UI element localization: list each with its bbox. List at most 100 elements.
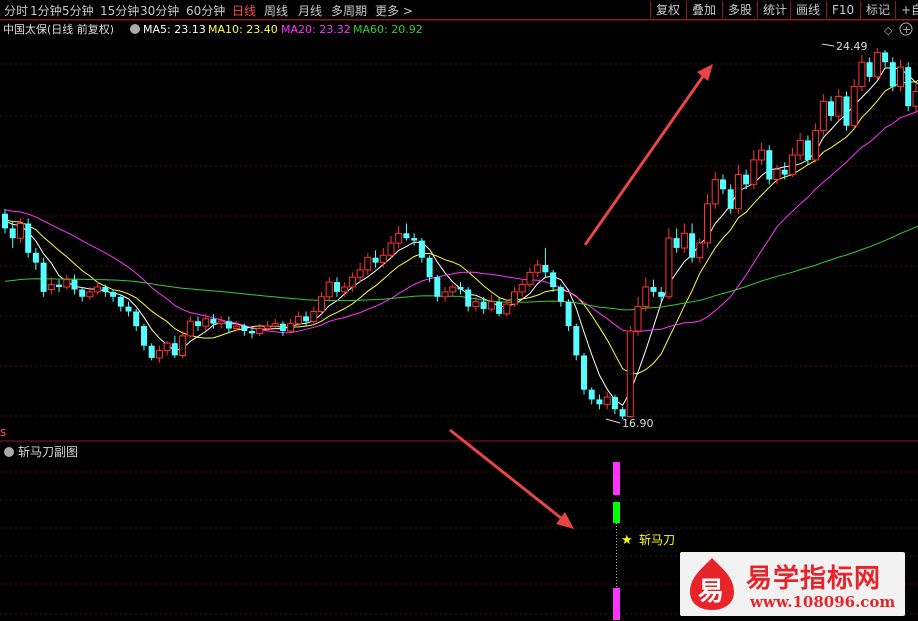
candle-up bbox=[680, 232, 688, 249]
candle-up bbox=[819, 100, 827, 132]
candle-down bbox=[565, 301, 572, 327]
candle-up bbox=[86, 291, 94, 298]
watermark-url: www.108096.com bbox=[750, 593, 896, 611]
candle-up bbox=[441, 291, 449, 298]
candle-up bbox=[897, 66, 904, 88]
candle-down bbox=[141, 326, 147, 346]
candle-down bbox=[25, 223, 32, 253]
candle-up bbox=[202, 318, 210, 327]
candle-up bbox=[264, 325, 271, 330]
candle-down bbox=[279, 323, 286, 331]
candle-down bbox=[79, 289, 86, 297]
candle-down bbox=[403, 233, 410, 239]
low-price-pointer bbox=[605, 418, 621, 424]
candle-down bbox=[550, 272, 557, 288]
candle-up bbox=[858, 61, 866, 88]
candle-up bbox=[341, 286, 349, 293]
candle-down bbox=[650, 287, 657, 292]
candle-down bbox=[720, 179, 726, 190]
signal-bar-top bbox=[613, 462, 620, 495]
candle-up bbox=[518, 284, 526, 293]
candle-down bbox=[588, 389, 595, 400]
sub-chart-settings-icon[interactable] bbox=[4, 447, 14, 457]
candle-down bbox=[557, 287, 564, 302]
low-price-label: 16.90 bbox=[622, 417, 654, 430]
candle-down bbox=[889, 62, 896, 87]
candle-down bbox=[56, 284, 62, 287]
candle-up bbox=[294, 315, 302, 325]
candle-up bbox=[16, 223, 24, 239]
candle-down bbox=[32, 252, 39, 263]
candle-up bbox=[526, 271, 534, 286]
sub-corner-label: s bbox=[0, 425, 6, 439]
add-icon-plus: + bbox=[902, 23, 911, 36]
ma60-value: MA60: 20.92 bbox=[353, 23, 423, 36]
candle-down bbox=[689, 233, 696, 258]
candle-up bbox=[256, 328, 264, 335]
candle-up bbox=[835, 95, 843, 117]
signal-bar-bottom bbox=[613, 588, 620, 620]
candle-down bbox=[480, 301, 487, 309]
candle-down bbox=[673, 238, 680, 248]
candle-down bbox=[334, 282, 340, 292]
candle-down bbox=[225, 321, 232, 329]
signal-star-icon: ★ bbox=[621, 533, 633, 548]
up-trend-arrow bbox=[583, 64, 713, 246]
candle-up bbox=[379, 254, 387, 264]
candle-down bbox=[828, 101, 834, 116]
watermark-logo-char: 易 bbox=[698, 577, 724, 607]
candle-down bbox=[249, 331, 255, 334]
candle-up bbox=[773, 169, 781, 180]
candle-up bbox=[796, 139, 804, 156]
candle-up bbox=[642, 286, 650, 308]
candle-down bbox=[866, 62, 873, 77]
candle-down bbox=[71, 279, 78, 290]
candle-down bbox=[596, 399, 603, 405]
candle-down bbox=[372, 257, 379, 263]
candle-down bbox=[611, 397, 618, 410]
candle-up bbox=[155, 350, 163, 359]
candle-down bbox=[781, 169, 788, 175]
candle-down bbox=[882, 52, 889, 63]
candle-up bbox=[163, 342, 171, 352]
candle-up bbox=[734, 174, 742, 210]
candle-down bbox=[117, 296, 124, 307]
ma5-value: MA5: 23.13 bbox=[143, 23, 206, 36]
stock-title: 中国太保(日线 前复权) bbox=[3, 22, 114, 36]
candle-down bbox=[581, 355, 587, 390]
candle-up bbox=[750, 159, 758, 185]
candle-up bbox=[287, 323, 295, 332]
sub-chart-title: 斩马刀副图 bbox=[18, 445, 79, 459]
candle-up bbox=[387, 242, 395, 256]
candle-down bbox=[804, 140, 811, 160]
candle-up bbox=[364, 257, 372, 271]
candle-up bbox=[626, 330, 634, 417]
signal-bar-green bbox=[613, 502, 620, 523]
candle-down bbox=[2, 213, 8, 229]
high-price-pointer bbox=[821, 43, 835, 47]
diamond-icon[interactable]: ◇ bbox=[884, 24, 893, 37]
candle-down bbox=[133, 311, 140, 327]
candle-up bbox=[356, 269, 364, 278]
candle-down bbox=[148, 345, 155, 358]
candle-up bbox=[912, 91, 918, 107]
candle-up bbox=[318, 296, 325, 312]
ma-settings-icon[interactable] bbox=[130, 24, 140, 34]
candle-down bbox=[457, 287, 464, 290]
candle-up bbox=[711, 179, 719, 205]
sub-chart-title-row: 斩马刀副图 bbox=[4, 443, 78, 460]
candle-down bbox=[843, 96, 850, 126]
kline-chart: 中国太保(日线 前复权) MA5: 23.13 MA10: 23.40 MA20… bbox=[0, 19, 918, 620]
candle-up bbox=[395, 232, 403, 244]
signal-pointer-arrow bbox=[449, 428, 574, 529]
candle-down bbox=[905, 67, 912, 107]
candle-up bbox=[634, 306, 642, 332]
candle-up bbox=[449, 286, 457, 293]
candle-down bbox=[727, 189, 734, 209]
candle-up bbox=[850, 86, 858, 127]
candle-up bbox=[348, 276, 356, 288]
watermark-logo: 易 bbox=[690, 558, 734, 610]
candle-up bbox=[186, 320, 194, 337]
candle-up bbox=[94, 286, 102, 293]
candle-down bbox=[418, 240, 425, 258]
